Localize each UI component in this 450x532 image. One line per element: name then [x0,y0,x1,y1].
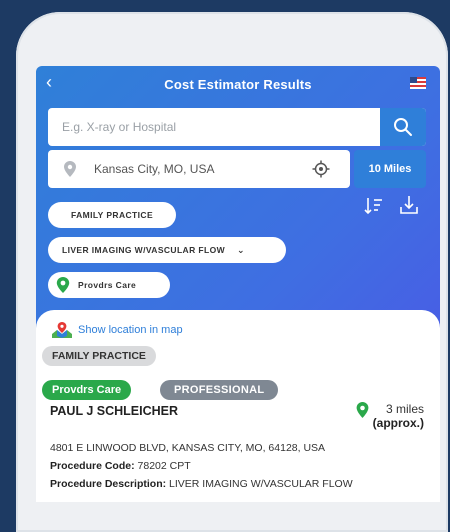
filter-chip-procedure[interactable]: LIVER IMAGING W/VASCULAR FLOW ⌄ [48,237,286,263]
search-button[interactable] [380,108,426,146]
specialty-tag: FAMILY PRACTICE [42,346,156,366]
filter-chip-label: Provdrs Care [78,280,137,290]
procedure-description-value: LIVER IMAGING W/VASCULAR FLOW [169,478,353,490]
radius-button[interactable]: 10 Miles [354,150,426,188]
filter-chip-label: FAMILY PRACTICE [70,210,154,220]
current-location-icon[interactable] [312,160,330,178]
map-icon [52,322,72,338]
location-pin-icon [56,277,70,293]
download-icon[interactable] [398,194,420,216]
app-screen: ‹ Cost Estimator Results Kansas City, MO… [36,66,440,502]
search-input[interactable] [48,108,396,146]
distance-note: (approx.) [372,416,424,430]
location-pin-icon [64,161,76,177]
distance-value: 3 miles [385,402,424,416]
location-value: Kansas City, MO, USA [94,162,215,176]
sort-icon[interactable] [364,196,384,216]
procedure-description-label: Procedure Description: [50,478,167,490]
show-map-link[interactable]: Show location in map [52,322,183,338]
procedure-description-line: Procedure Description: LIVER IMAGING W/V… [50,478,353,490]
procedure-code-value: 78202 CPT [137,460,191,472]
provider-name[interactable]: PAUL J SCHLEICHER [50,404,178,418]
location-field[interactable]: Kansas City, MO, USA [48,150,350,188]
network-tag: Provdrs Care [42,380,132,400]
chevron-down-icon: ⌄ [237,244,245,255]
back-chevron-icon[interactable]: ‹ [46,73,52,91]
search-bar [48,108,426,146]
distance-info: 3 miles (approx.) [356,402,424,430]
search-icon [394,118,412,136]
filter-chip-network[interactable]: Provdrs Care [48,272,170,298]
procedure-code-line: Procedure Code: 78202 CPT [50,460,191,472]
page-title: Cost Estimator Results [164,76,312,92]
provider-type-tag: PROFESSIONAL [160,380,279,400]
flag-icon[interactable] [410,75,428,91]
filter-chip-label: LIVER IMAGING W/VASCULAR FLOW [62,245,226,255]
app-header: ‹ Cost Estimator Results [36,66,440,102]
procedure-code-label: Procedure Code: [50,460,135,472]
result-card[interactable]: Show location in map FAMILY PRACTICE Pro… [36,310,440,502]
location-pin-icon [356,402,369,418]
filter-chip-specialty[interactable]: FAMILY PRACTICE [48,202,176,228]
provider-address: 4801 E LINWOOD BLVD, KANSAS CITY, MO, 64… [50,442,326,454]
show-map-label: Show location in map [78,324,183,336]
